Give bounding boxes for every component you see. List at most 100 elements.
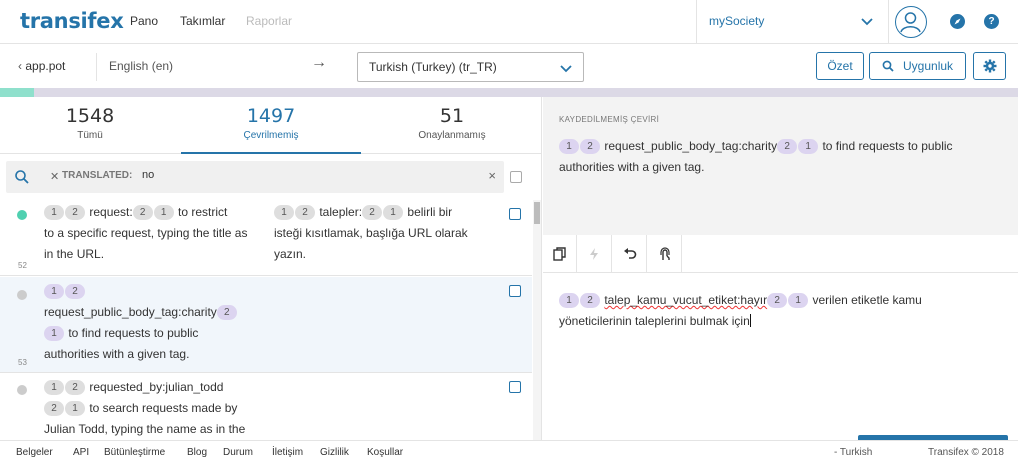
- source-string: 12 request_public_body_tag:charity 2 1 to…: [44, 281, 269, 365]
- copy-icon: [553, 247, 566, 261]
- placeholder-tag[interactable]: 1: [798, 139, 819, 154]
- text-cursor: [749, 314, 751, 327]
- organization-name: mySociety: [709, 14, 765, 28]
- editor-toolbar: ‹ app.pot English (en) → Turkish (Turkey…: [0, 45, 1018, 88]
- compass-icon[interactable]: [950, 14, 965, 29]
- nav-dashboard[interactable]: Pano: [130, 14, 158, 28]
- target-language-select[interactable]: Turkish (Turkey) (tr_TR): [357, 52, 584, 82]
- placeholder-tag[interactable]: 2: [767, 293, 788, 308]
- auto-translate-button[interactable]: [578, 235, 612, 273]
- row-number: 53: [18, 358, 27, 367]
- fingerprint-button[interactable]: [648, 235, 682, 273]
- row-checkbox[interactable]: [509, 381, 521, 393]
- transifex-logo[interactable]: transifex: [20, 9, 124, 33]
- footer-link-status[interactable]: Durum: [223, 447, 253, 458]
- undo-icon: [624, 248, 637, 259]
- placeholder-tag: 1: [44, 205, 64, 220]
- checks-button[interactable]: Uygunluk: [869, 52, 966, 80]
- search-icon: [15, 170, 29, 184]
- translation-string: 12 talepler: 2 1 belirli bir isteği kısıtl…: [274, 205, 468, 261]
- source-string: 12 request: 2 1 to restrict to a specific …: [44, 205, 248, 261]
- footer-link-integrations[interactable]: Bütünleştirme: [104, 447, 165, 458]
- filter-bar[interactable]: ✕ TRANSLATED: no ×: [6, 161, 504, 193]
- source-string-panel: KAYDEDİLMEMİŞ ÇEVİRİ 12 request_public_b…: [543, 97, 1018, 235]
- settings-button[interactable]: [973, 52, 1006, 80]
- string-row-selected[interactable]: 53 12 request_public_body_tag:charity 2 1…: [0, 277, 532, 373]
- placeholder-tag: 1: [44, 326, 64, 341]
- tab-unreviewed[interactable]: 51 Onaylanmamış: [362, 105, 541, 141]
- untranslated-status-icon: [17, 290, 27, 300]
- remove-filter-icon[interactable]: ✕: [50, 170, 59, 183]
- filter-value: no: [142, 169, 155, 181]
- row-number: 52: [18, 261, 27, 270]
- source-string-text: 12 request_public_body_tag:charity 2 1 to …: [559, 139, 953, 174]
- placeholder-tag: 1: [44, 380, 64, 395]
- placeholder-tag[interactable]: 1: [788, 293, 809, 308]
- progress-fill: [0, 88, 34, 97]
- placeholder-tag[interactable]: 2: [580, 293, 600, 308]
- tab-untranslated[interactable]: 1497 Çevrilmemiş: [181, 105, 361, 141]
- source-string: 12 requested_by:julian_todd 21 to search…: [44, 380, 246, 436]
- placeholder-tag: 1: [383, 205, 404, 220]
- footer-copyright: Transifex © 2018: [928, 447, 1004, 458]
- target-language-value: Turkish (Turkey) (tr_TR): [369, 60, 497, 74]
- list-scrollbar[interactable]: [533, 200, 541, 440]
- tab-all[interactable]: 1548 Tümü: [0, 105, 180, 141]
- footer-link-blog[interactable]: Blog: [187, 447, 207, 458]
- placeholder-tag: 2: [44, 401, 64, 416]
- search-icon: [882, 60, 894, 72]
- row-checkbox[interactable]: [509, 285, 521, 297]
- string-row[interactable]: 12 requested_by:julian_todd 21 to search…: [0, 374, 532, 440]
- undo-button[interactable]: [613, 235, 647, 273]
- placeholder-tag[interactable]: 1: [559, 293, 579, 308]
- nav-teams[interactable]: Takımlar: [180, 14, 225, 28]
- placeholder-tag: 2: [132, 205, 153, 220]
- organization-selector[interactable]: mySociety: [696, 0, 889, 44]
- placeholder-tag[interactable]: 2: [580, 139, 600, 154]
- copy-source-button[interactable]: [543, 235, 577, 273]
- scrollbar-thumb[interactable]: [534, 202, 540, 224]
- clear-filter-icon[interactable]: ×: [488, 168, 496, 183]
- placeholder-tag: 2: [295, 205, 315, 220]
- top-navigation: transifex Pano Takımlar Raporlar mySocie…: [0, 0, 1018, 44]
- untranslated-status-icon: [17, 385, 27, 395]
- filter-key: TRANSLATED:: [62, 170, 133, 181]
- lightning-icon: [590, 248, 598, 260]
- summary-button[interactable]: Özet: [816, 52, 864, 80]
- footer-link-terms[interactable]: Koşullar: [367, 447, 403, 458]
- placeholder-tag[interactable]: 1: [559, 139, 579, 154]
- footer-link-contact[interactable]: İletişim: [272, 447, 303, 458]
- placeholder-tag: 1: [65, 401, 85, 416]
- placeholder-tag: 2: [65, 205, 85, 220]
- placeholder-tag: 1: [274, 205, 294, 220]
- footer-link-docs[interactable]: Belgeler: [16, 447, 53, 458]
- footer: Belgeler API Bütünleştirme Blog Durum İl…: [0, 440, 1018, 463]
- footer-language[interactable]: - Turkish: [834, 447, 872, 458]
- footer-link-privacy[interactable]: Gizlilik: [320, 447, 349, 458]
- string-list: 52 12 request: 2 1 to restrict to a specif…: [0, 200, 541, 440]
- active-tab-indicator: [181, 152, 361, 154]
- translated-status-icon: [17, 210, 27, 220]
- select-all-checkbox[interactable]: [510, 171, 522, 183]
- source-language: English (en): [109, 59, 174, 73]
- placeholder-tag: 2: [65, 380, 85, 395]
- unsaved-translation-label: KAYDEDİLMEMİŞ ÇEVİRİ: [559, 115, 660, 124]
- help-icon[interactable]: ?: [984, 14, 999, 29]
- placeholder-tag[interactable]: 2: [777, 139, 798, 154]
- placeholder-tag: 2: [65, 284, 85, 299]
- placeholder-tag: 1: [153, 205, 174, 220]
- row-checkbox[interactable]: [509, 208, 521, 220]
- nav-reports[interactable]: Raporlar: [246, 14, 292, 28]
- footer-link-api[interactable]: API: [73, 447, 89, 458]
- translation-editor[interactable]: 12 talep_kamu_vucut_etiket:hayır 2 1 veril…: [559, 290, 999, 332]
- string-list-pane: 1548 Tümü 1497 Çevrilmemiş 51 Onaylanmam…: [0, 97, 542, 440]
- user-icon: [900, 12, 921, 33]
- user-avatar[interactable]: [895, 6, 927, 38]
- toolbar-divider: [96, 53, 97, 81]
- back-to-resource-link[interactable]: ‹ app.pot: [18, 59, 65, 73]
- string-row[interactable]: 52 12 request: 2 1 to restrict to a specif…: [0, 200, 532, 276]
- chevron-down-icon: [861, 18, 873, 26]
- chevron-down-icon: [560, 65, 572, 73]
- placeholder-tag: 2: [216, 305, 237, 320]
- placeholder-tag: 1: [44, 284, 64, 299]
